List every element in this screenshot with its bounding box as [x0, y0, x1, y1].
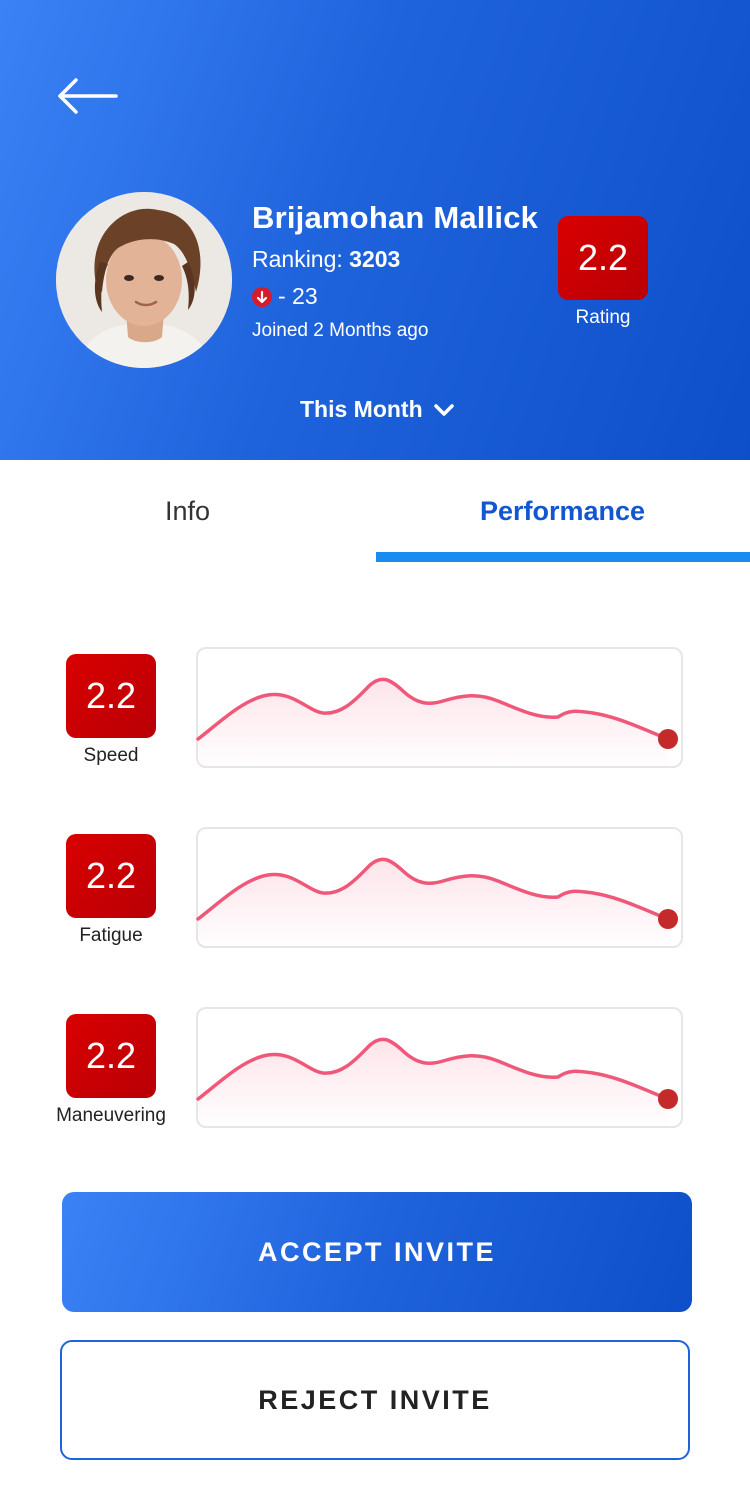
maneuvering-sparkline: [196, 1037, 678, 1130]
fatigue-label: Fatigue: [79, 925, 143, 946]
maneuvering-sparkline-card: [196, 1007, 683, 1130]
tab-info-label: Info: [164, 495, 211, 526]
accept-invite-button[interactable]: ACCEPT INVITE: [62, 1192, 692, 1312]
sparkline-area: [198, 679, 668, 770]
speed-sparkline-card: [196, 647, 683, 770]
ranking-change: - 23: [252, 283, 318, 310]
speed-score-badge: 2.2: [66, 654, 156, 738]
active-tab-indicator: [376, 552, 750, 562]
profile-header: Brijamohan Mallick Ranking: 3203 - 23 Jo…: [0, 0, 750, 460]
ranking-label: Ranking:: [252, 246, 350, 272]
joined-date: Joined 2 Months ago: [252, 320, 429, 341]
back-button[interactable]: [56, 72, 120, 120]
tab-performance-label: Performance: [479, 495, 646, 526]
period-label: This Month: [300, 396, 423, 422]
maneuvering-label: Maneuvering: [56, 1105, 166, 1126]
avatar: [56, 192, 232, 368]
fatigue-sparkline: [196, 857, 678, 950]
ranking-change-value: - 23: [278, 283, 318, 309]
player-name: Brijamohan Mallick: [252, 200, 539, 235]
fatigue-score-badge: 2.2: [66, 834, 156, 918]
ranking: Ranking: 3203: [252, 246, 400, 273]
arrow-left-icon: [58, 78, 118, 114]
ranking-value: 3203: [349, 246, 401, 272]
rating-label: Rating: [575, 307, 631, 328]
arrow-down-circle-icon: [252, 286, 272, 307]
sparkline-end-point: [658, 1089, 678, 1109]
speed-label: Speed: [83, 745, 139, 766]
speed-sparkline: [196, 677, 678, 770]
rating-badge: 2.2: [558, 216, 648, 300]
tab-performance[interactable]: Performance: [375, 460, 750, 562]
reject-invite-button[interactable]: REJECT INVITE: [60, 1340, 690, 1460]
sparkline-area: [198, 1039, 668, 1130]
fatigue-sparkline-card: [196, 827, 683, 950]
chevron-down-icon: [433, 403, 454, 416]
maneuvering-score-badge: 2.2: [66, 1014, 156, 1098]
avatar-portrait: [56, 192, 232, 368]
sparkline-end-point: [658, 909, 678, 929]
sparkline-area: [198, 859, 668, 950]
sparkline-end-point: [658, 729, 678, 749]
tab-info[interactable]: Info: [0, 460, 375, 562]
period-dropdown[interactable]: This Month: [300, 396, 455, 423]
